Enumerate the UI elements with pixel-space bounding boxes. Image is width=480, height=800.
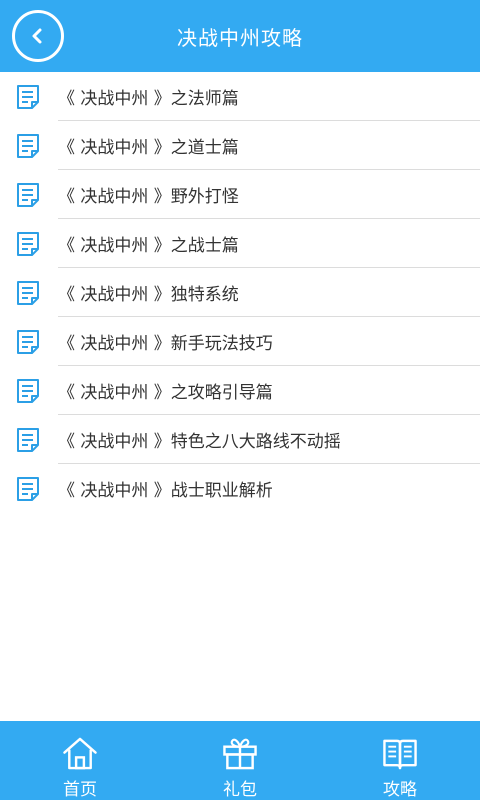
list-item[interactable]: 《 决战中州 》之法师篇 <box>0 72 480 121</box>
document-icon <box>17 477 39 501</box>
tab-label: 礼包 <box>223 780 257 800</box>
home-icon <box>63 737 97 770</box>
document-icon <box>17 281 39 305</box>
list-item[interactable]: 《 决战中州 》之战士篇 <box>0 219 480 268</box>
tab-guide[interactable]: 攻略 <box>320 721 480 800</box>
list-item-label: 《 决战中州 》新手玩法技巧 <box>58 334 273 354</box>
list-item[interactable]: 《 决战中州 》战士职业解析 <box>0 464 480 513</box>
back-button[interactable] <box>12 10 64 62</box>
bottom-tab-bar: 首页 礼包 攻略 <box>0 721 480 800</box>
list-item[interactable]: 《 决战中州 》特色之八大路线不动摇 <box>0 415 480 464</box>
list-item-label: 《 决战中州 》野外打怪 <box>58 187 239 207</box>
tab-gift[interactable]: 礼包 <box>160 721 320 800</box>
gift-icon <box>223 738 257 770</box>
list-item[interactable]: 《 决战中州 》独特系统 <box>0 268 480 317</box>
document-icon <box>17 232 39 256</box>
book-icon <box>383 739 417 770</box>
document-icon <box>17 183 39 207</box>
list-item-label: 《 决战中州 》之攻略引导篇 <box>58 383 273 403</box>
guide-list: 《 决战中州 》之法师篇 《 决战中州 》之道士篇 《 决战中州 》野外打怪 《… <box>0 72 480 513</box>
document-icon <box>17 379 39 403</box>
list-item[interactable]: 《 决战中州 》之道士篇 <box>0 121 480 170</box>
app-header: 决战中州攻略 <box>0 0 480 72</box>
page-title: 决战中州攻略 <box>177 25 303 50</box>
list-item-label: 《 决战中州 》战士职业解析 <box>58 481 273 501</box>
tab-label: 攻略 <box>383 780 417 800</box>
document-icon <box>17 330 39 354</box>
chevron-left-icon <box>32 28 42 44</box>
tab-home[interactable]: 首页 <box>0 721 160 800</box>
list-item-label: 《 决战中州 》之法师篇 <box>58 89 239 109</box>
list-item[interactable]: 《 决战中州 》之攻略引导篇 <box>0 366 480 415</box>
list-item-label: 《 决战中州 》之道士篇 <box>58 138 239 158</box>
list-item-label: 《 决战中州 》独特系统 <box>58 285 239 305</box>
list-item[interactable]: 《 决战中州 》野外打怪 <box>0 170 480 219</box>
document-icon <box>17 428 39 452</box>
tab-label: 首页 <box>63 780 97 800</box>
list-item-label: 《 决战中州 》特色之八大路线不动摇 <box>58 432 341 452</box>
list-item[interactable]: 《 决战中州 》新手玩法技巧 <box>0 317 480 366</box>
document-icon <box>17 134 39 158</box>
document-icon <box>17 85 39 109</box>
list-item-label: 《 决战中州 》之战士篇 <box>58 236 239 256</box>
